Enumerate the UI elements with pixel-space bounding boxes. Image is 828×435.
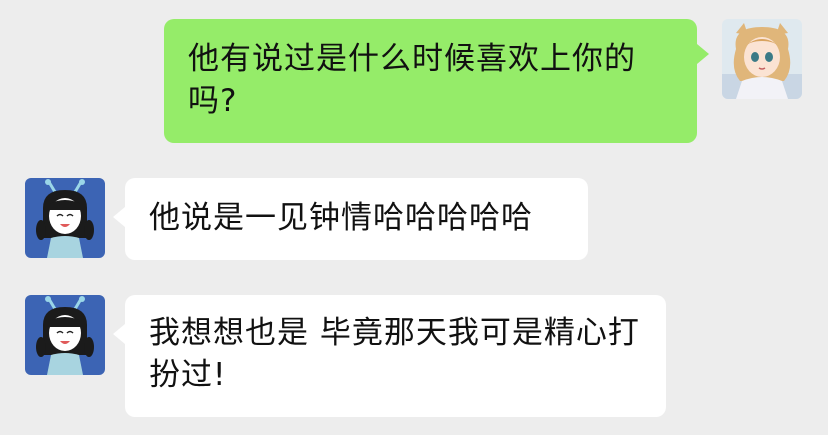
other-avatar[interactable]: [25, 178, 105, 258]
self-message-bubble[interactable]: 他有说过是什么时候喜欢上你的吗?: [164, 19, 697, 143]
message-text: 他有说过是什么时候喜欢上你的吗?: [188, 41, 636, 119]
chat-view: 他有说过是什么时候喜欢上你的吗? 他说是一见钟情哈哈哈哈哈 我想想也是 毕竟那天…: [0, 0, 828, 435]
cartoon-girl-avatar-icon: [25, 178, 105, 258]
other-bubble-tail: [113, 207, 125, 227]
other-message-bubble[interactable]: 他说是一见钟情哈哈哈哈哈: [125, 178, 588, 260]
self-bubble-tail: [697, 44, 709, 64]
message-text: 我想想也是 毕竟那天我可是精心打扮过!: [149, 315, 640, 393]
other-bubble-tail: [113, 324, 125, 344]
anime-girl-avatar-icon: [722, 19, 802, 99]
cartoon-girl-avatar-icon: [25, 295, 105, 375]
message-text: 他说是一见钟情哈哈哈哈哈: [149, 200, 533, 236]
other-avatar[interactable]: [25, 295, 105, 375]
self-avatar[interactable]: [722, 19, 802, 99]
other-message-bubble[interactable]: 我想想也是 毕竟那天我可是精心打扮过!: [125, 295, 666, 417]
